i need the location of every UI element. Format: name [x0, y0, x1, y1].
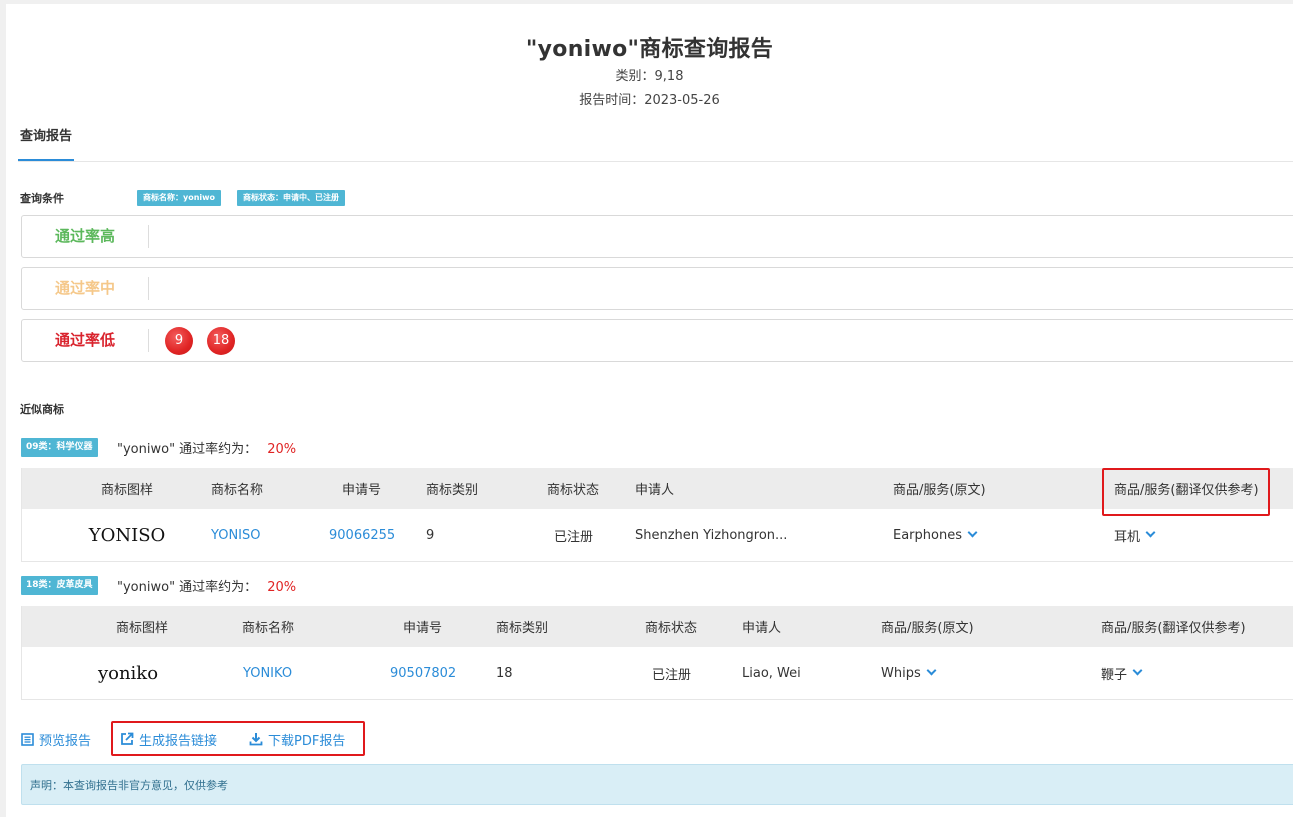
- conditions-label: 查询条件: [20, 192, 64, 205]
- group-rate-text: "yoniwo" 通过率约为： 20%: [117, 576, 296, 595]
- th-goods-translation: 商品/服务(翻译仅供参考): [1114, 483, 1259, 498]
- th-logo: 商标图样: [115, 621, 168, 636]
- group-rate-caption: "yoniwo" 通过率约为：: [117, 580, 258, 595]
- th-class: 商标类别: [426, 483, 479, 498]
- goods-original-toggle[interactable]: Earphones: [893, 509, 978, 561]
- condition-tag-name: 商标名称：yoniwo: [137, 190, 222, 206]
- report-classes: 类别：9,18: [615, 69, 684, 84]
- rate-label-low: 通过率低: [54, 331, 115, 349]
- group-tag-class-09: 09类：科学仪器: [21, 438, 98, 457]
- th-class: 商标类别: [496, 621, 549, 636]
- condition-tag-status: 商标状态：申请中、已注册: [237, 190, 345, 206]
- chevron-down-icon[interactable]: [926, 665, 937, 676]
- rate-label-medium: 通过率中: [54, 279, 115, 297]
- group-rate-caption: "yoniwo" 通过率约为：: [117, 442, 258, 457]
- th-logo: 商标图样: [100, 483, 153, 498]
- th-goods-original: 商品/服务(原文): [893, 483, 986, 498]
- trademark-status: 已注册: [554, 529, 594, 545]
- group-rate-percent: 20%: [267, 580, 297, 595]
- trademark-name-link[interactable]: YONIKO: [243, 647, 292, 699]
- group-tag-class-18: 18类：皮革皮具: [21, 576, 98, 595]
- applicant: Shenzhen Yizhongron...: [635, 527, 788, 543]
- trademark-class: 9: [426, 527, 435, 543]
- report-title: "yoniwo"商标查询报告: [525, 37, 774, 62]
- tab-query-report[interactable]: 查询报告: [18, 118, 75, 162]
- tab-divider: [18, 161, 1293, 162]
- goods-translation-text: 鞭子: [1101, 667, 1128, 683]
- th-status: 商标状态: [645, 621, 698, 636]
- applicant: Liao, Wei: [742, 665, 801, 681]
- goods-translation-toggle[interactable]: 鞭子: [1101, 647, 1143, 699]
- preview-report-button[interactable]: 预览报告: [21, 729, 91, 749]
- goods-translation-toggle[interactable]: 耳机: [1114, 509, 1156, 561]
- rate-row-low: 通过率低 9 18: [21, 319, 1293, 362]
- th-applicant: 申请人: [742, 621, 782, 636]
- trademark-name-link[interactable]: YONISO: [211, 509, 261, 561]
- goods-original-text: Earphones: [893, 527, 962, 543]
- generate-link-button[interactable]: 生成报告链接: [120, 729, 217, 749]
- rate-row-high: 通过率高: [21, 215, 1293, 258]
- share-link-icon: [121, 732, 134, 745]
- table-row: YONISO YONISO 90066255 9 已注册 Shenzhen Yi…: [22, 509, 1293, 561]
- trademark-logo: yoniko: [97, 662, 159, 684]
- th-status: 商标状态: [547, 483, 600, 498]
- th-applicant: 申请人: [635, 483, 675, 498]
- table-header: 商标图样 商标名称 申请号 商标类别 商标状态 申请人 商品/服务(原文) 商品…: [22, 606, 1293, 647]
- rate-row-medium: 通过率中: [21, 267, 1293, 310]
- th-name: 商标名称: [242, 621, 295, 636]
- table-row: yoniko YONIKO 90507802 18 已注册 Liao, Wei …: [22, 647, 1293, 699]
- th-name: 商标名称: [211, 483, 264, 498]
- trademark-class: 18: [496, 665, 513, 681]
- rate-label-high: 通过率高: [54, 227, 115, 245]
- th-goods-original: 商品/服务(原文): [881, 621, 974, 636]
- chevron-down-icon[interactable]: [967, 527, 978, 538]
- similar-label: 近似商标: [20, 403, 64, 416]
- goods-translation-text: 耳机: [1114, 529, 1141, 545]
- group-rate-percent: 20%: [267, 442, 297, 457]
- application-number-link[interactable]: 90066255: [329, 509, 395, 561]
- report-date: 报告时间：2023-05-26: [579, 93, 720, 108]
- table-header: 商标图样 商标名称 申请号 商标类别 商标状态 申请人 商品/服务(原文) 商品…: [22, 468, 1293, 509]
- application-number-link[interactable]: 90507802: [390, 647, 456, 699]
- chevron-down-icon[interactable]: [1132, 665, 1143, 676]
- th-app-no: 申请号: [403, 621, 443, 636]
- similar-table-18: 商标图样 商标名称 申请号 商标类别 商标状态 申请人 商品/服务(原文) 商品…: [21, 606, 1293, 700]
- goods-original-toggle[interactable]: Whips: [881, 647, 937, 699]
- rate-separator: [148, 225, 149, 248]
- disclaimer-notice: 声明：本查询报告非官方意见，仅供参考: [21, 764, 1293, 805]
- rate-separator: [148, 277, 149, 300]
- rate-separator: [148, 329, 149, 352]
- report-page: "yoniwo"商标查询报告 类别：9,18 报告时间：2023-05-26 查…: [6, 4, 1293, 817]
- th-app-no: 申请号: [342, 483, 382, 498]
- group-rate-text: "yoniwo" 通过率约为： 20%: [117, 438, 296, 457]
- class-badge-9[interactable]: 9: [165, 327, 193, 355]
- preview-report-label: 预览报告: [39, 733, 92, 749]
- goods-original-text: Whips: [881, 665, 921, 681]
- chevron-down-icon[interactable]: [1145, 527, 1156, 538]
- document-icon: [21, 732, 34, 746]
- class-badge-18[interactable]: 18: [207, 327, 235, 355]
- download-icon: [249, 733, 263, 746]
- download-pdf-label: 下载PDF报告: [268, 733, 346, 749]
- trademark-logo: YONISO: [88, 524, 166, 546]
- similar-table-09: 商标图样 商标名称 申请号 商标类别 商标状态 申请人 商品/服务(原文) 商品…: [21, 468, 1293, 562]
- trademark-status: 已注册: [652, 667, 692, 683]
- generate-link-label: 生成报告链接: [139, 733, 218, 749]
- th-goods-translation: 商品/服务(翻译仅供参考): [1101, 621, 1246, 636]
- download-pdf-button[interactable]: 下载PDF报告: [249, 729, 345, 749]
